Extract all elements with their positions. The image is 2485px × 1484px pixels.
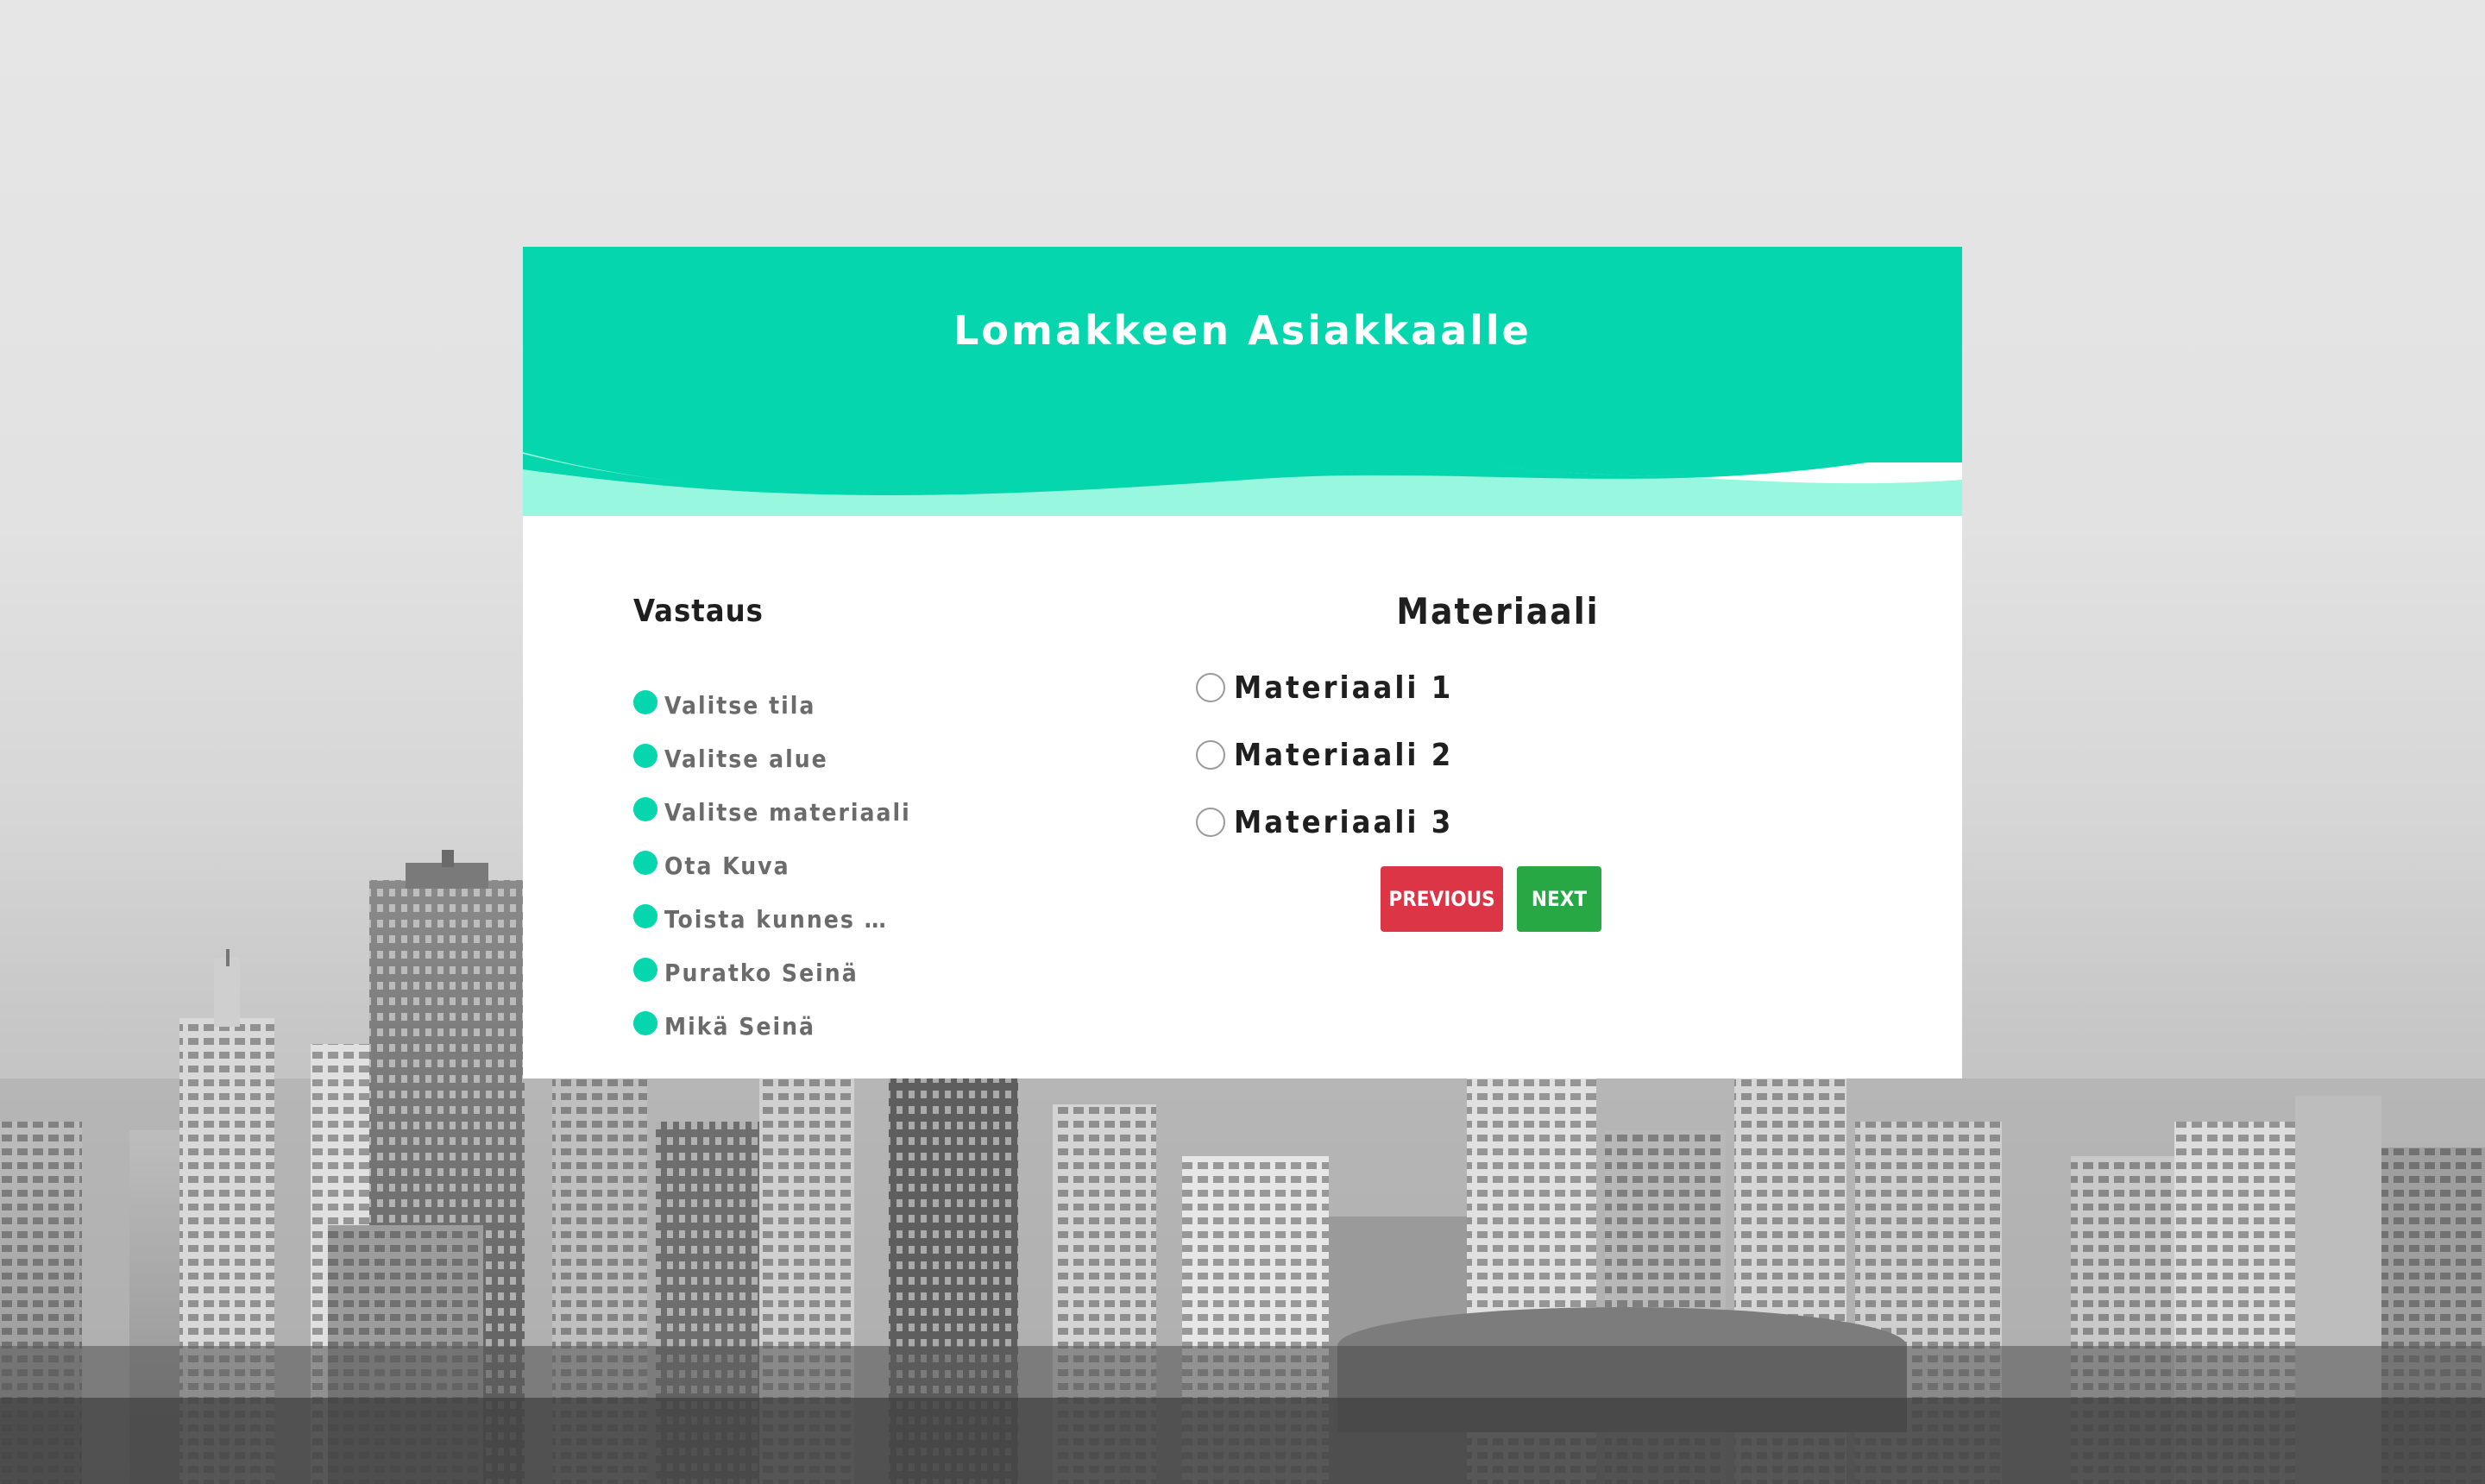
radio-button[interactable] (1196, 673, 1225, 702)
header-wave-decoration (523, 247, 1962, 516)
material-option[interactable]: Materiaali 3 (1196, 789, 1453, 856)
steps-heading: Vastaus (633, 594, 764, 629)
material-option[interactable]: Materiaali 1 (1196, 654, 1453, 721)
step-label: Mikä Seinä (664, 1011, 815, 1041)
step-item[interactable]: Valitse materiaali (633, 785, 944, 839)
step-item[interactable]: Toista kunnes valmis (633, 892, 944, 946)
step-label: Valitse alue (664, 744, 828, 773)
step-item[interactable]: Valitse alue (633, 732, 944, 785)
step-dot-icon (633, 744, 657, 768)
step-dot-icon (633, 851, 657, 875)
radio-button[interactable] (1196, 808, 1225, 837)
step-dot-icon (633, 690, 657, 714)
step-label: Puratko Seinä (664, 958, 859, 987)
form-title: Lomakkeen Asiakkaalle (953, 307, 1532, 354)
step-label: Ota Kuva (664, 851, 790, 880)
material-option[interactable]: Materiaali 2 (1196, 721, 1453, 789)
material-option-label: Materiaali 1 (1234, 670, 1454, 706)
step-item[interactable]: Valitse tila (633, 678, 944, 732)
step-item[interactable]: Ota Kuva (633, 839, 944, 892)
step-item[interactable]: Puratko Seinä (633, 946, 944, 999)
previous-button[interactable]: PREVIOUS (1381, 866, 1503, 932)
step-dot-icon (633, 797, 657, 821)
material-options: Materiaali 1 Materiaali 2 Materiaali 3 (1196, 654, 1453, 856)
step-dot-icon (633, 904, 657, 928)
material-option-label: Materiaali 2 (1234, 737, 1454, 773)
material-option-label: Materiaali 3 (1234, 804, 1454, 840)
form-card: Lomakkeen Asiakkaalle Vastaus Valitse ti… (523, 247, 1962, 1078)
step-label: Toista kunnes valmis (664, 904, 892, 934)
step-item[interactable]: Mikä Seinä (633, 999, 944, 1053)
step-label: Valitse tila (664, 690, 816, 720)
next-button[interactable]: NEXT (1517, 866, 1601, 932)
material-heading: Materiaali (1396, 590, 1600, 632)
form-header: Lomakkeen Asiakkaalle (523, 247, 1962, 516)
step-dot-icon (633, 958, 657, 982)
steps-list: Valitse tila Valitse alue Valitse materi… (633, 678, 944, 1053)
step-label: Valitse materiaali (664, 797, 911, 827)
step-dot-icon (633, 1011, 657, 1035)
radio-button[interactable] (1196, 740, 1225, 770)
